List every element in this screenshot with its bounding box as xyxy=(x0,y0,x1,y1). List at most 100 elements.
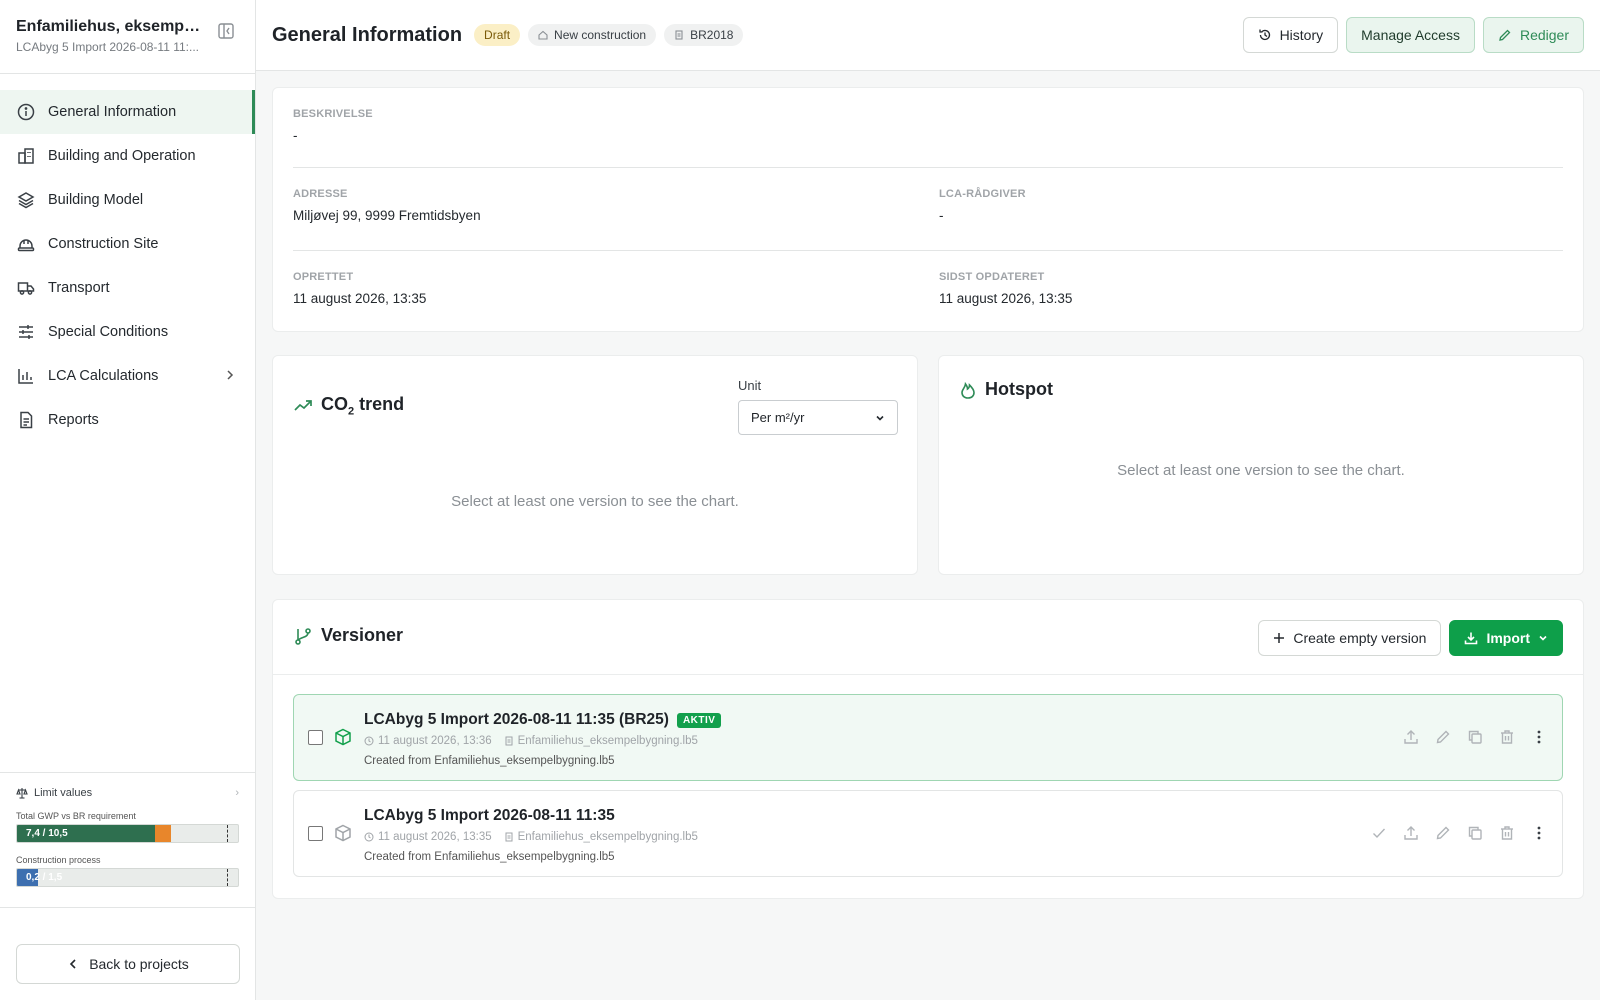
trash-icon[interactable] xyxy=(1498,824,1516,842)
file-icon xyxy=(504,832,514,842)
version-name-text: LCAbyg 5 Import 2026-08-11 11:35 (BR25) xyxy=(364,711,669,728)
unit-label: Unit xyxy=(738,378,762,393)
address-label: ADRESSE xyxy=(293,188,348,200)
gwp-bar-label: Total GWP vs BR requirement xyxy=(16,811,136,821)
truck-icon xyxy=(16,278,36,298)
dates-row: OPRETTET 11 august 2026, 13:35 SIDST OPD… xyxy=(293,251,1563,331)
chevron-down-icon xyxy=(875,413,885,423)
versions-actions: Create empty version Import xyxy=(1258,620,1563,656)
co2-empty-message: Select at least one version to see the c… xyxy=(451,493,739,510)
unit-select[interactable]: Per m²/yr xyxy=(738,400,898,435)
manage-access-button[interactable]: Manage Access xyxy=(1346,17,1475,53)
construction-type-badge: New construction xyxy=(528,24,657,46)
chevron-right-icon[interactable] xyxy=(223,368,237,382)
info-icon xyxy=(16,102,36,122)
header-actions: History Manage Access Rediger xyxy=(1242,17,1584,53)
address-value: Miljøvej 99, 9999 Fremtidsbyen xyxy=(293,208,481,223)
sidebar: Enfamiliehus, eksempel... LCAbyg 5 Impor… xyxy=(0,0,256,1000)
version-tools xyxy=(1370,824,1548,842)
back-to-projects-button[interactable]: Back to projects xyxy=(16,944,240,984)
construction-bar-label: Construction process xyxy=(16,855,101,865)
sidebar-item-reports[interactable]: Reports xyxy=(0,398,255,442)
version-row[interactable]: LCAbyg 5 Import 2026-08-11 11:35 (BR25) … xyxy=(293,694,1563,781)
trending-up-icon xyxy=(293,396,313,416)
clock-icon xyxy=(364,736,374,746)
version-name: LCAbyg 5 Import 2026-08-11 11:35 (BR25) … xyxy=(364,711,722,729)
file-icon xyxy=(504,736,514,746)
page-title: General Information xyxy=(272,23,463,46)
limit-marker xyxy=(227,825,228,842)
version-checkbox[interactable] xyxy=(308,730,323,745)
limit-values-header[interactable]: Limit values › xyxy=(16,787,239,799)
more-options-icon[interactable] xyxy=(1530,728,1548,746)
collapse-sidebar-icon[interactable] xyxy=(217,22,235,40)
upload-icon[interactable] xyxy=(1402,824,1420,842)
hotspot-card: Hotspot Select at least one version to s… xyxy=(938,355,1584,575)
trash-icon[interactable] xyxy=(1498,728,1516,746)
sidebar-item-construction-site[interactable]: Construction Site xyxy=(0,222,255,266)
limit-marker xyxy=(227,869,228,886)
versions-title-text: Versioner xyxy=(321,625,404,645)
version-file: Enfamiliehus_eksempelbygning.lb5 xyxy=(504,831,698,843)
git-branch-icon xyxy=(293,626,313,646)
gwp-bar-value: 7,4 / 10,5 xyxy=(26,828,68,839)
co2-trend-title: CO2 trend xyxy=(293,394,404,418)
regulation-label: BR2018 xyxy=(690,28,734,42)
sidebar-item-label: General Information xyxy=(48,104,177,120)
versions-title: Versioner xyxy=(293,625,403,646)
edit-icon[interactable] xyxy=(1434,824,1452,842)
flame-icon xyxy=(959,380,977,400)
edit-button[interactable]: Rediger xyxy=(1482,17,1584,53)
versions-card: Versioner Create empty version Import LC… xyxy=(272,599,1584,899)
more-options-icon[interactable] xyxy=(1530,824,1548,842)
download-icon xyxy=(1464,631,1478,645)
copy-icon[interactable] xyxy=(1466,824,1484,842)
created-label: OPRETTET xyxy=(293,271,354,283)
gwp-progress-bar: 7,4 / 10,5 xyxy=(16,824,239,843)
edit-icon[interactable] xyxy=(1434,728,1452,746)
project-header: Enfamiliehus, eksempel... LCAbyg 5 Impor… xyxy=(0,0,255,74)
sidebar-item-label: LCA Calculations xyxy=(48,368,159,384)
hotspot-title: Hotspot xyxy=(959,379,1053,400)
active-badge: AKTIV xyxy=(676,712,722,728)
copy-icon[interactable] xyxy=(1466,728,1484,746)
layers-icon xyxy=(16,190,36,210)
sidebar-item-label: Transport xyxy=(48,280,110,296)
advisor-field: LCA-RÅDGIVER - xyxy=(939,188,1026,223)
create-empty-version-button[interactable]: Create empty version xyxy=(1258,620,1442,656)
advisor-value: - xyxy=(939,208,944,223)
sidebar-item-building-model[interactable]: Building Model xyxy=(0,178,255,222)
main-content: BESKRIVELSE - ADRESSE Miljøvej 99, 9999 … xyxy=(272,87,1584,899)
back-section: Back to projects xyxy=(0,907,255,1000)
upload-icon[interactable] xyxy=(1402,728,1420,746)
version-row[interactable]: LCAbyg 5 Import 2026-08-11 11:35 11 augu… xyxy=(293,790,1563,877)
sidebar-item-special-conditions[interactable]: Special Conditions xyxy=(0,310,255,354)
import-button[interactable]: Import xyxy=(1449,620,1563,656)
hard-hat-icon xyxy=(16,234,36,254)
description-label: BESKRIVELSE xyxy=(293,108,373,120)
sidebar-item-label: Construction Site xyxy=(48,236,159,252)
updated-label: SIDST OPDATERET xyxy=(939,271,1045,283)
history-button[interactable]: History xyxy=(1242,17,1339,53)
sidebar-item-transport[interactable]: Transport xyxy=(0,266,255,310)
gwp-bar-overflow xyxy=(155,825,171,842)
address-row: ADRESSE Miljøvej 99, 9999 Fremtidsbyen L… xyxy=(293,168,1563,251)
project-title: Enfamiliehus, eksempel... xyxy=(16,18,206,35)
version-checkbox[interactable] xyxy=(308,826,323,841)
edit-label: Rediger xyxy=(1519,27,1569,43)
document-icon xyxy=(16,410,36,430)
check-icon[interactable] xyxy=(1370,824,1388,842)
created-field: OPRETTET 11 august 2026, 13:35 xyxy=(293,271,1563,306)
house-icon xyxy=(538,30,548,40)
import-label: Import xyxy=(1486,630,1530,646)
sidebar-item-lca-calculations[interactable]: LCA Calculations xyxy=(0,354,255,398)
back-label: Back to projects xyxy=(89,956,189,972)
sidebar-item-label: Special Conditions xyxy=(48,324,169,340)
regulation-badge: BR2018 xyxy=(664,24,744,46)
sidebar-item-general-information[interactable]: General Information xyxy=(0,90,255,134)
version-file: Enfamiliehus_eksempelbygning.lb5 xyxy=(504,735,698,747)
sidebar-item-label: Building and Operation xyxy=(48,148,196,164)
version-tools xyxy=(1402,728,1548,746)
sidebar-item-building-and-operation[interactable]: Building and Operation xyxy=(0,134,255,178)
sliders-icon xyxy=(16,322,36,342)
